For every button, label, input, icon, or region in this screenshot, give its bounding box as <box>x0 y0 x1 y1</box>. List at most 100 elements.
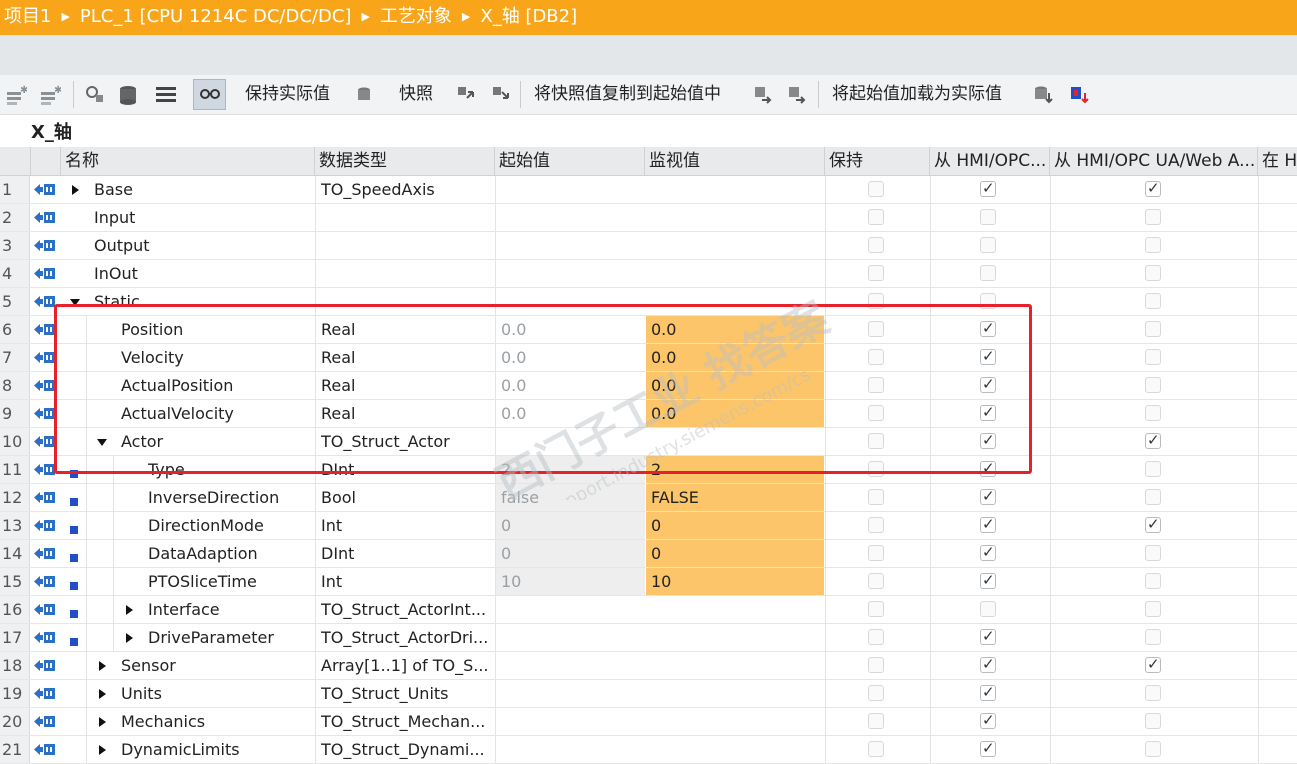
monitor-all-button[interactable] <box>193 79 226 110</box>
table-row[interactable]: 18 Sensor Array[1..1] of TO_S... <box>0 652 1297 680</box>
row-number[interactable]: 13 <box>0 512 30 539</box>
database-icon[interactable] <box>118 84 140 106</box>
hmi-opc-checkbox[interactable] <box>980 626 996 646</box>
cell-start-value[interactable]: 0 <box>496 512 645 539</box>
expand-arrow-icon[interactable] <box>99 717 106 727</box>
cell-name[interactable]: InOut <box>94 260 315 287</box>
cell-start-value[interactable] <box>496 596 645 623</box>
retain-checkbox[interactable] <box>868 545 884 561</box>
hmi-opc-web-checkbox[interactable] <box>1145 349 1161 365</box>
cell-start-value[interactable]: 0.0 <box>496 344 645 371</box>
cell-monitor-value[interactable] <box>646 288 824 315</box>
hmi-opc-web-checkbox[interactable] <box>1145 178 1161 198</box>
row-number[interactable]: 12 <box>0 484 30 511</box>
hmi-opc-checkbox[interactable] <box>980 458 996 478</box>
table-row[interactable]: 9 ActualVelocity Real 0.0 0.0 <box>0 400 1297 428</box>
retain-checkbox[interactable] <box>868 713 884 729</box>
cell-datatype[interactable]: Real <box>321 400 493 427</box>
cell-name[interactable]: DirectionMode <box>148 512 315 539</box>
cell-monitor-value[interactable]: 2 <box>646 456 824 483</box>
retain-checkbox[interactable] <box>868 489 884 505</box>
retain-checkbox[interactable] <box>868 405 884 421</box>
table-row[interactable]: 19 Units TO_Struct_Units <box>0 680 1297 708</box>
cell-name[interactable]: DriveParameter <box>148 624 315 651</box>
cell-datatype[interactable]: Real <box>321 344 493 371</box>
table-row[interactable]: 14 DataAdaption DInt 0 0 <box>0 540 1297 568</box>
hmi-opc-checkbox[interactable] <box>980 542 996 562</box>
cell-start-value[interactable]: 2 <box>496 456 645 483</box>
table-row[interactable]: 12 InverseDirection Bool false FALSE <box>0 484 1297 512</box>
cell-start-value[interactable] <box>496 708 645 735</box>
retain-checkbox[interactable] <box>868 265 884 281</box>
table-row[interactable]: 2 Input <box>0 204 1297 232</box>
cell-start-value[interactable] <box>496 624 645 651</box>
hmi-opc-web-checkbox[interactable] <box>1145 601 1161 617</box>
table-row[interactable]: 10 Actor TO_Struct_Actor <box>0 428 1297 456</box>
cell-name[interactable]: Units <box>121 680 315 707</box>
hmi-opc-web-checkbox[interactable] <box>1145 654 1161 674</box>
table-row[interactable]: 11 Type DInt 2 2 <box>0 456 1297 484</box>
copy-snapshot-to-start-button[interactable]: 将快照值复制到起始值中 <box>534 83 721 105</box>
header-monitor-value[interactable]: 监视值 <box>645 147 825 175</box>
copy-start-icon[interactable] <box>752 84 774 106</box>
cell-monitor-value[interactable] <box>646 652 824 679</box>
hmi-opc-checkbox[interactable] <box>980 178 996 198</box>
retain-checkbox[interactable] <box>868 657 884 673</box>
expand-arrow-icon[interactable] <box>99 661 106 671</box>
breadcrumb-plc[interactable]: PLC_1 [CPU 1214C DC/DC/DC] <box>76 0 356 33</box>
collapse-arrow-icon[interactable] <box>97 439 107 446</box>
hmi-opc-web-checkbox[interactable] <box>1145 430 1161 450</box>
cell-name[interactable]: Base <box>94 176 315 203</box>
retain-checkbox[interactable] <box>868 517 884 533</box>
table-row[interactable]: 20 Mechanics TO_Struct_Mechan... <box>0 708 1297 736</box>
hmi-opc-web-checkbox[interactable] <box>1145 293 1161 309</box>
cell-monitor-value[interactable]: 0.0 <box>646 316 824 343</box>
table-row[interactable]: 7 Velocity Real 0.0 0.0 <box>0 344 1297 372</box>
row-number[interactable]: 1 <box>0 176 30 203</box>
row-number[interactable]: 7 <box>0 344 30 371</box>
table-row[interactable]: 16 Interface TO_Struct_ActorInt... <box>0 596 1297 624</box>
retain-checkbox[interactable] <box>868 601 884 617</box>
cell-name[interactable]: Velocity <box>121 344 315 371</box>
hmi-opc-checkbox[interactable] <box>980 654 996 674</box>
retain-checkbox[interactable] <box>868 685 884 701</box>
hmi-opc-checkbox[interactable] <box>980 318 996 338</box>
hmi-opc-web-checkbox[interactable] <box>1145 461 1161 477</box>
hmi-opc-web-checkbox[interactable] <box>1145 209 1161 225</box>
row-number[interactable]: 5 <box>0 288 30 315</box>
retain-checkbox[interactable] <box>868 433 884 449</box>
cell-name[interactable]: Output <box>94 232 315 259</box>
add-row-icon[interactable]: ✱ <box>39 84 61 106</box>
retain-checkbox[interactable] <box>868 377 884 393</box>
cell-monitor-value[interactable]: 0.0 <box>646 344 824 371</box>
row-number[interactable]: 17 <box>0 624 30 651</box>
row-number[interactable]: 19 <box>0 680 30 707</box>
retain-checkbox[interactable] <box>868 237 884 253</box>
cell-datatype[interactable]: TO_SpeedAxis <box>321 176 493 203</box>
cell-monitor-value[interactable]: 0 <box>646 540 824 567</box>
cell-monitor-value[interactable]: 0 <box>646 512 824 539</box>
header-datatype[interactable]: 数据类型 <box>315 147 495 175</box>
table-row[interactable]: 15 PTOSliceTime Int 10 10 <box>0 568 1297 596</box>
row-number[interactable]: 16 <box>0 596 30 623</box>
table-row[interactable]: 13 DirectionMode Int 0 0 <box>0 512 1297 540</box>
cell-datatype[interactable]: DInt <box>321 456 493 483</box>
table-row[interactable]: 8 ActualPosition Real 0.0 0.0 <box>0 372 1297 400</box>
cell-datatype[interactable] <box>321 288 493 315</box>
table-row[interactable]: 3 Output <box>0 232 1297 260</box>
hmi-opc-web-checkbox[interactable] <box>1145 514 1161 534</box>
hmi-opc-checkbox[interactable] <box>980 402 996 422</box>
cell-datatype[interactable]: Int <box>321 568 493 595</box>
row-number[interactable]: 14 <box>0 540 30 567</box>
hmi-opc-checkbox[interactable] <box>980 738 996 758</box>
retain-checkbox[interactable] <box>868 629 884 645</box>
retain-checkbox[interactable] <box>868 349 884 365</box>
cell-name[interactable]: Static <box>94 288 315 315</box>
cell-datatype[interactable]: DInt <box>321 540 493 567</box>
cell-monitor-value[interactable]: 0.0 <box>646 400 824 427</box>
cell-name[interactable]: PTOSliceTime <box>148 568 315 595</box>
snapshot-down-icon[interactable] <box>490 84 512 106</box>
cell-name[interactable]: ActualVelocity <box>121 400 315 427</box>
hmi-opc-checkbox[interactable] <box>980 601 996 617</box>
row-number[interactable]: 9 <box>0 400 30 427</box>
